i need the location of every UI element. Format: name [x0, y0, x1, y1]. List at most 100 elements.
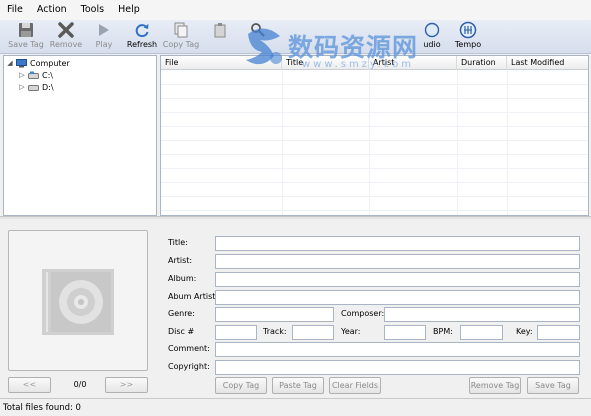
grid-row-line: [161, 84, 588, 85]
refresh-toolbar-button[interactable]: Refresh: [122, 21, 162, 53]
grid-divider: [457, 70, 458, 215]
tree-item-drive-d[interactable]: ▷ D:\: [18, 81, 54, 93]
play-toolbar-label: Play: [95, 40, 113, 49]
column-header-last-modified[interactable]: Last Modified: [507, 56, 588, 70]
album-artist-label: Abum Artist:: [168, 292, 219, 301]
copy-tag-button[interactable]: Copy Tag: [215, 377, 267, 394]
save-tag-button[interactable]: Save Tag: [527, 377, 579, 394]
refresh-toolbar-label: Refresh: [126, 40, 158, 49]
comment-label: Comment:: [168, 344, 210, 353]
menu-help[interactable]: Help: [111, 0, 147, 20]
cd-case-icon: [42, 269, 114, 335]
tree-label-drive-d: D:\: [42, 82, 54, 92]
tree-item-computer[interactable]: ◢ Computer: [6, 57, 70, 69]
track-label: Track:: [263, 327, 287, 336]
grid-row-line: [161, 168, 588, 169]
copyright-field[interactable]: [215, 360, 580, 375]
column-header-artist[interactable]: Artist: [369, 56, 457, 70]
bpm-label: BPM:: [433, 327, 453, 336]
copy-tag-toolbar-label: Copy Tag: [162, 40, 200, 49]
toolbar: Save Tag Remove Play Refresh Copy Tag ud…: [0, 20, 591, 54]
remove-tag-button[interactable]: Remove Tag: [469, 377, 521, 394]
title-field[interactable]: [215, 236, 580, 251]
find-toolbar-button[interactable]: [238, 21, 278, 53]
grid-row-line: [161, 140, 588, 141]
refresh-icon: [132, 21, 152, 39]
paste-tag-toolbar-button[interactable]: [200, 21, 240, 53]
key-field[interactable]: [537, 325, 580, 340]
file-list[interactable]: File Title Artist Duration Last Modified: [160, 55, 589, 216]
folder-tree[interactable]: ◢ Computer ▷ C:\ ▷ D:\: [3, 55, 157, 216]
magnifier-icon: [248, 21, 268, 39]
tempo-icon: [458, 21, 478, 39]
floppy-disk-icon: [16, 21, 36, 39]
copyright-label: Copyright:: [168, 362, 210, 371]
disc-label: Disc #: [168, 327, 195, 336]
menu-action[interactable]: Action: [30, 0, 74, 20]
paste-tag-button[interactable]: Paste Tag: [272, 377, 324, 394]
status-text: Total files found: 0: [3, 403, 81, 413]
hard-drive-icon: [28, 83, 39, 92]
menu-bar: File Action Tools Help: [0, 0, 591, 20]
save-tag-toolbar-button[interactable]: Save Tag: [6, 21, 46, 53]
file-list-header: File Title Artist Duration Last Modified: [161, 56, 588, 70]
remove-toolbar-label: Remove: [49, 40, 83, 49]
clear-fields-button[interactable]: Clear Fields: [329, 377, 381, 394]
menu-tools[interactable]: Tools: [74, 0, 111, 20]
audio-toolbar-button[interactable]: udio: [412, 21, 452, 53]
panel-splitter[interactable]: [0, 216, 591, 219]
grid-row-line: [161, 126, 588, 127]
composer-field[interactable]: [384, 307, 580, 322]
audio-icon: [422, 21, 442, 39]
expand-arrow-icon[interactable]: ▷: [18, 83, 26, 91]
grid-row-line: [161, 154, 588, 155]
play-icon: [94, 21, 114, 39]
genre-field[interactable]: [215, 307, 334, 322]
track-field[interactable]: [292, 325, 334, 340]
tempo-toolbar-button[interactable]: Tempo: [448, 21, 488, 53]
disc-field[interactable]: [215, 325, 257, 340]
hard-drive-icon: [28, 71, 39, 80]
grid-row-line: [161, 112, 588, 113]
copy-tag-toolbar-button[interactable]: Copy Tag: [161, 21, 201, 53]
expand-arrow-icon[interactable]: ▷: [18, 71, 26, 79]
tree-label-computer: Computer: [30, 58, 70, 68]
clipboard-icon: [210, 21, 230, 39]
composer-label: Composer:: [341, 309, 385, 318]
remove-x-icon: [56, 21, 76, 39]
bpm-field[interactable]: [460, 325, 503, 340]
grid-divider: [369, 70, 370, 215]
column-header-title[interactable]: Title: [282, 56, 369, 70]
album-label: Album:: [168, 274, 197, 283]
grid-divider: [507, 70, 508, 215]
grid-divider: [282, 70, 283, 215]
remove-toolbar-button[interactable]: Remove: [46, 21, 86, 53]
artist-field[interactable]: [215, 254, 580, 269]
status-bar: Total files found: 0: [0, 398, 591, 416]
album-artist-field[interactable]: [215, 290, 580, 305]
grid-row-line: [161, 210, 588, 211]
play-toolbar-button[interactable]: Play: [84, 21, 124, 53]
previous-cover-button[interactable]: <<: [8, 377, 51, 393]
year-field[interactable]: [384, 325, 426, 340]
genre-label: Genre:: [168, 309, 195, 318]
next-cover-button[interactable]: >>: [105, 377, 148, 393]
artist-label: Artist:: [168, 256, 193, 265]
tempo-toolbar-label: Tempo: [454, 40, 482, 49]
audio-toolbar-label: udio: [423, 40, 441, 49]
collapse-arrow-icon[interactable]: ◢: [6, 59, 14, 67]
column-header-file[interactable]: File: [161, 56, 282, 70]
comment-field[interactable]: [215, 342, 580, 357]
computer-icon: [16, 58, 27, 68]
year-label: Year:: [341, 327, 361, 336]
tree-label-drive-c: C:\: [42, 70, 53, 80]
copy-icon: [171, 21, 191, 39]
title-label: Title:: [168, 238, 188, 247]
tree-item-drive-c[interactable]: ▷ C:\: [18, 69, 53, 81]
cover-art-panel[interactable]: [8, 230, 148, 371]
album-field[interactable]: [215, 272, 580, 287]
menu-file[interactable]: File: [0, 0, 30, 20]
column-header-duration[interactable]: Duration: [457, 56, 507, 70]
cover-count: 0/0: [73, 380, 87, 389]
save-tag-toolbar-label: Save Tag: [8, 40, 44, 49]
